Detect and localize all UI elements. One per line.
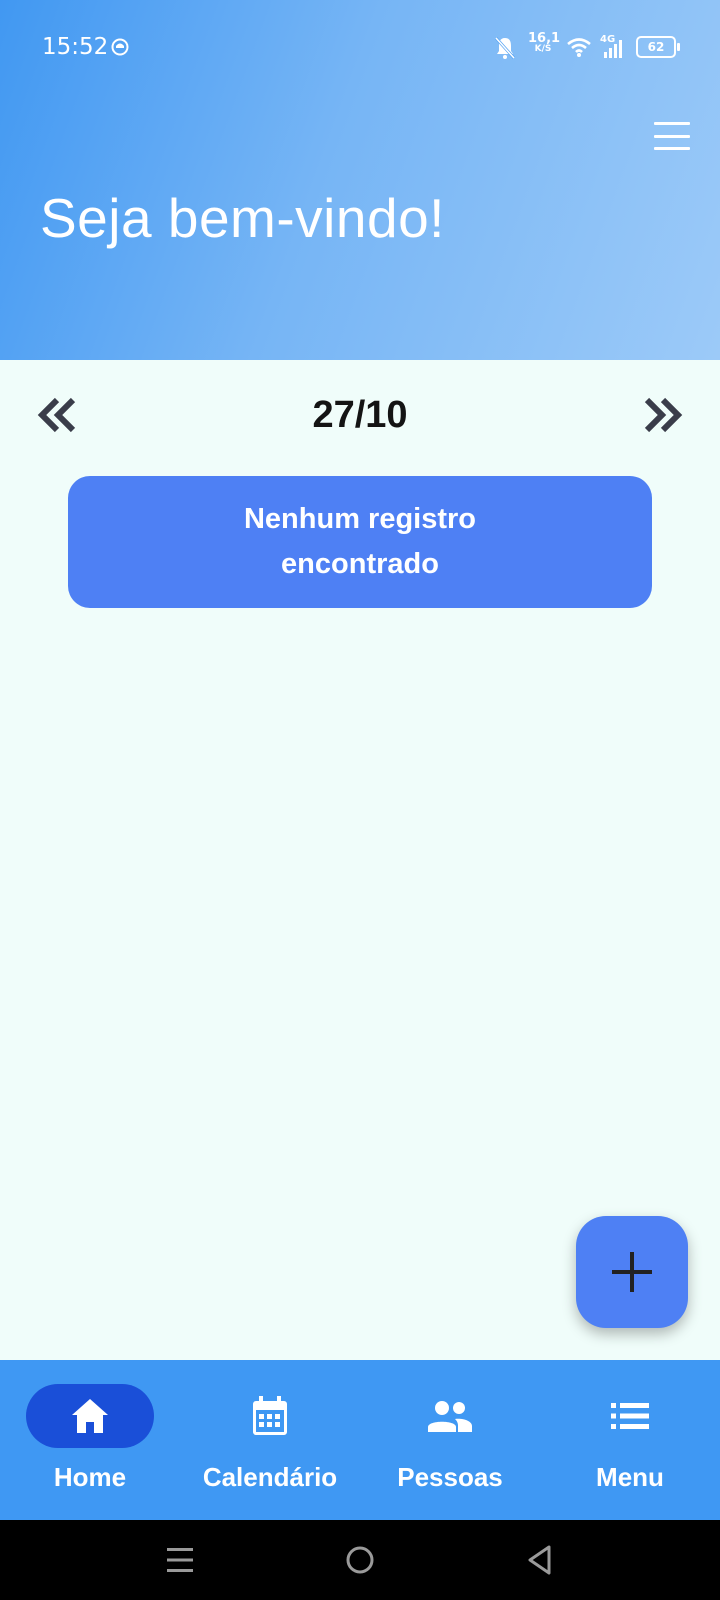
welcome-title: Seja bem-vindo!	[40, 187, 445, 249]
plus-icon	[612, 1252, 652, 1292]
hamburger-icon[interactable]	[654, 122, 690, 150]
status-time: 15:52	[42, 34, 109, 60]
nav-item-people[interactable]: Pessoas	[360, 1360, 540, 1520]
net-speed: 16,1 K/S	[528, 31, 561, 54]
double-chevron-right-icon	[644, 397, 683, 433]
notification-app-icon	[111, 38, 129, 56]
nav-label-calendar: Calendário	[202, 1462, 338, 1492]
nav-label-home: Home	[53, 1462, 127, 1492]
nav-active-indicator	[26, 1384, 154, 1448]
signal-icon	[604, 40, 622, 58]
status-bar: 15:52 16,1 K/S 4G 62	[0, 0, 720, 96]
circle-home-icon	[346, 1546, 374, 1574]
battery-icon: 62	[636, 36, 676, 58]
nav-label-menu: Menu	[596, 1462, 664, 1492]
nav-item-home[interactable]: Home	[0, 1360, 180, 1520]
nav-label-people: Pessoas	[397, 1462, 503, 1492]
bottom-navigation: Home Calendário Pessoas Menu	[0, 1360, 720, 1520]
current-date: 27/10	[312, 394, 408, 436]
add-button[interactable]	[576, 1216, 688, 1328]
empty-state-card: Nenhum registro encontrado	[68, 476, 652, 608]
back-button[interactable]	[520, 1540, 560, 1580]
next-day-button[interactable]	[637, 390, 687, 440]
system-navigation-bar	[0, 1520, 720, 1600]
date-navigation: 27/10	[0, 380, 720, 450]
bell-muted-icon	[494, 36, 516, 60]
people-icon	[428, 1401, 472, 1432]
nav-item-calendar[interactable]: Calendário	[180, 1360, 360, 1520]
home-system-button[interactable]	[340, 1540, 380, 1580]
recent-apps-button[interactable]	[160, 1540, 200, 1580]
recents-icon	[167, 1548, 193, 1572]
home-icon	[72, 1399, 108, 1433]
battery-level: 62	[647, 40, 665, 54]
nav-item-menu[interactable]: Menu	[540, 1360, 720, 1520]
app-header: 15:52 16,1 K/S 4G 62 Seja bem-vindo!	[0, 0, 720, 360]
wifi-icon	[567, 38, 591, 57]
back-triangle-icon	[528, 1545, 551, 1575]
list-icon	[611, 1403, 649, 1429]
battery-tip	[677, 43, 680, 51]
empty-state-message: Nenhum registro encontrado	[243, 503, 477, 580]
calendar-icon	[253, 1396, 287, 1435]
